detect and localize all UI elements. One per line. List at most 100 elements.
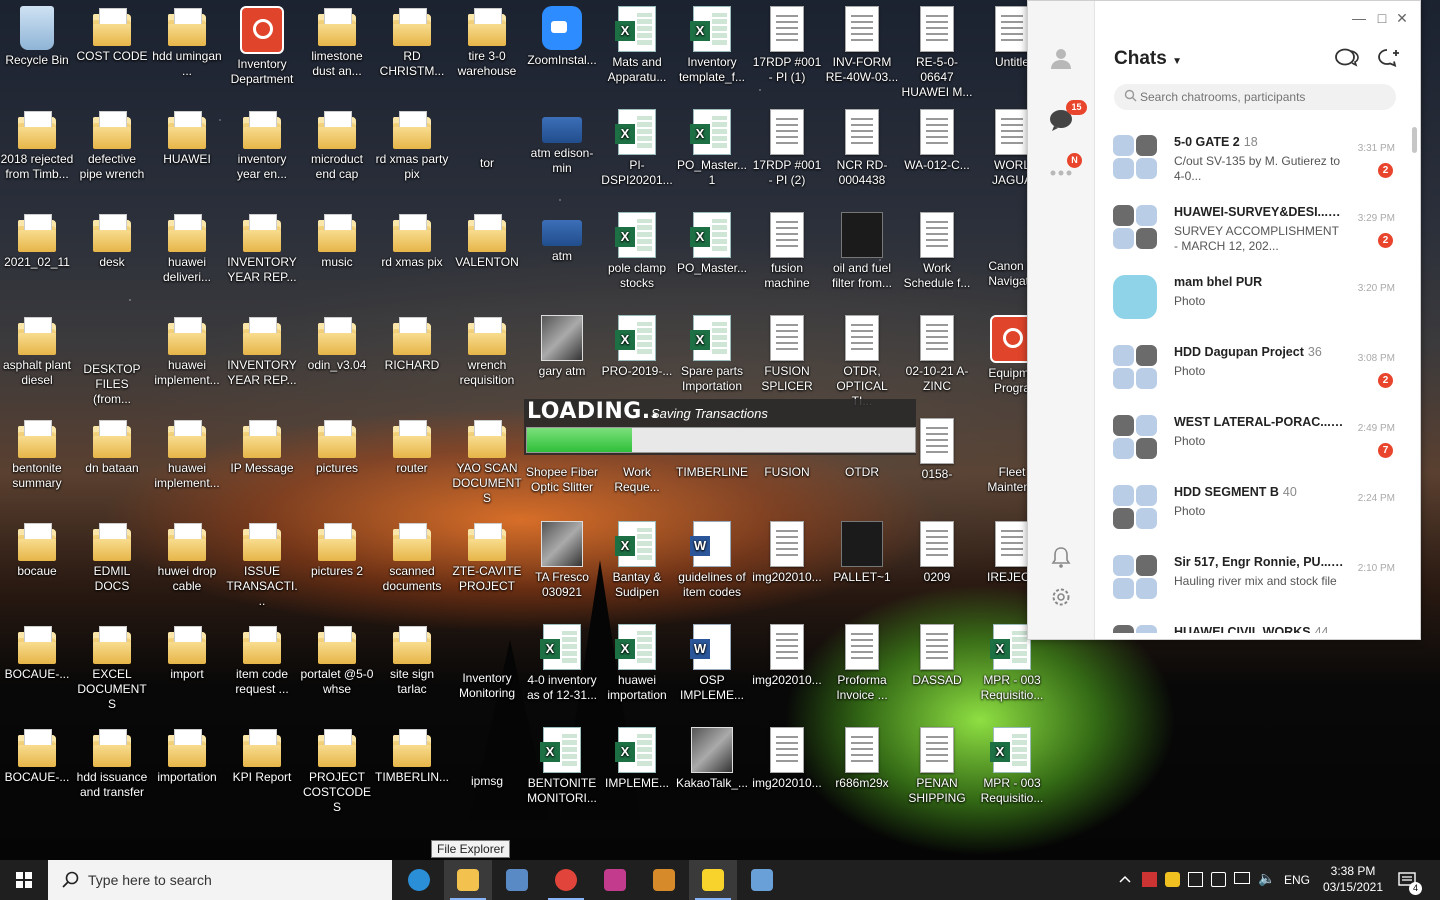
desktop-icon[interactable]: YAO SCAN DOCUMENTS <box>450 412 524 506</box>
desktop-icon[interactable]: Spare parts Importation <box>675 309 749 394</box>
desktop-icon[interactable]: WA-012-C... <box>900 103 974 173</box>
taskbar-app-button[interactable] <box>493 860 541 900</box>
desktop-icon[interactable]: DASSAD <box>900 618 974 688</box>
desktop-icon[interactable]: defective pipe wrench <box>75 103 149 182</box>
desktop-icon[interactable]: HUAWEI <box>150 103 224 167</box>
desktop-icon[interactable]: guidelines of item codes <box>675 515 749 600</box>
desktop-icon[interactable]: PRO-2019-... <box>600 309 674 379</box>
desktop-icon[interactable]: tor <box>450 103 524 171</box>
desktop-icon[interactable]: PENAN SHIPPING <box>900 721 974 806</box>
chat-room-item[interactable]: HDD Dagupan Project 36 Photo 3:08 PM 2 <box>1094 335 1419 405</box>
desktop-icon[interactable]: NCR RD-0004438 <box>825 103 899 188</box>
desktop-icon[interactable]: Bantay & Sudipen <box>600 515 674 600</box>
desktop-icon[interactable]: tire 3-0 warehouse <box>450 0 524 79</box>
minimize-button[interactable]: — <box>1348 9 1370 27</box>
desktop-icon[interactable]: 0209 <box>900 515 974 585</box>
chat-room-item[interactable]: HUAWEI-SURVEY&DESI...28 SURVEY ACCOMPLISH… <box>1094 195 1419 265</box>
desktop-icon[interactable]: bocaue <box>0 515 74 579</box>
desktop-icon[interactable]: atm edison-min <box>525 103 599 176</box>
close-button[interactable]: ✕ <box>1391 9 1413 27</box>
desktop-icon[interactable]: ipmsg <box>450 721 524 789</box>
usb-icon[interactable] <box>1211 872 1226 887</box>
desktop-icon[interactable]: huawei implement... <box>150 412 224 491</box>
desktop-icon[interactable]: PI-DSPI20201... <box>600 103 674 188</box>
desktop-icon[interactable]: DESKTOP FILES (from... <box>75 309 149 407</box>
desktop-icon[interactable]: huawei importation <box>600 618 674 703</box>
desktop-icon[interactable]: pole clamp stocks <box>600 206 674 291</box>
desktop-icon[interactable]: portalet @5-0 whse <box>300 618 374 697</box>
desktop-icon[interactable]: rd xmas pix <box>375 206 449 270</box>
desktop-icon[interactable]: rd xmas party pix <box>375 103 449 182</box>
desktop-icon[interactable]: atm <box>525 206 599 264</box>
desktop-icon[interactable]: Proforma Invoice ... <box>825 618 899 703</box>
start-button[interactable] <box>0 860 48 900</box>
desktop-icon[interactable]: PALLET~1 <box>825 515 899 585</box>
desktop-icon[interactable]: OTDR, OPTICAL TI... <box>825 309 899 409</box>
desktop-icon[interactable]: bentonite summary <box>0 412 74 491</box>
desktop-icon[interactable]: oil and fuel filter from... <box>825 206 899 291</box>
desktop-icon[interactable]: OSP IMPLEME... <box>675 618 749 703</box>
chat-search-input[interactable] <box>1114 84 1396 110</box>
desktop-icon[interactable]: Inventory Department <box>225 0 299 87</box>
desktop-icon[interactable]: Inventory Monitoring <box>450 618 524 701</box>
desktop-icon[interactable]: RE-5-0-06647 HUAWEI M... <box>900 0 974 100</box>
desktop-icon[interactable]: img202010... <box>750 618 824 688</box>
desktop-icon[interactable]: item code request ... <box>225 618 299 697</box>
maximize-button[interactable]: □ <box>1371 9 1393 27</box>
tray-app-icon[interactable] <box>1142 872 1157 887</box>
taskbar-search-box[interactable]: Type here to search <box>48 860 392 900</box>
language-indicator[interactable]: ENG <box>1284 873 1310 889</box>
desktop-icon[interactable]: BOCAUE-... <box>0 721 74 785</box>
desktop-icon[interactable]: COST CODE <box>75 0 149 64</box>
desktop-icon[interactable]: Mats and Apparatu... <box>600 0 674 85</box>
chats-title[interactable]: Chats ▼ <box>1114 48 1182 70</box>
desktop-icon[interactable]: music <box>300 206 374 270</box>
desktop-icon[interactable]: RD CHRISTM... <box>375 0 449 79</box>
desktop-icon[interactable]: IP Message <box>225 412 299 476</box>
open-chat-icon[interactable] <box>1334 47 1360 74</box>
desktop-icon[interactable]: hdd umingan ... <box>150 0 224 79</box>
desktop-icon[interactable]: ZTE-CAVITE PROJECT <box>450 515 524 594</box>
desktop-icon[interactable]: desk <box>75 206 149 270</box>
desktop-icon[interactable]: 17RDP #001 - PI (1) <box>750 0 824 85</box>
desktop-icon[interactable]: MPR - 003 Requisitio... <box>975 721 1049 806</box>
desktop-icon[interactable]: BOCAUE-... <box>0 618 74 682</box>
desktop-icon[interactable]: limestone dust an... <box>300 0 374 79</box>
desktop-icon[interactable]: img202010... <box>750 721 824 791</box>
desktop-icon[interactable]: gary atm <box>525 309 599 379</box>
desktop-icon[interactable]: hdd issuance and transfer <box>75 721 149 800</box>
desktop-icon[interactable]: odin_v3.04 <box>300 309 374 373</box>
settings-gear-icon[interactable] <box>1049 585 1073 609</box>
desktop-icon[interactable]: 2018 rejected from Timb... <box>0 103 74 182</box>
chat-room-item[interactable]: mam bhel PUR Photo 3:20 PM <box>1094 265 1419 335</box>
chat-room-item[interactable]: 5-0 GATE 2 18 C/out SV-135 by M. Gutierez … <box>1094 125 1419 195</box>
desktop-icon[interactable]: Work Schedule f... <box>900 206 974 291</box>
desktop-icon[interactable]: 02-10-21 A-ZINC <box>900 309 974 394</box>
taskbar-app-button[interactable] <box>395 860 443 900</box>
desktop-icon[interactable]: router <box>375 412 449 476</box>
desktop-icon[interactable]: fusion machine <box>750 206 824 291</box>
chat-room-item[interactable]: HDD SEGMENT B 40 Photo 2:24 PM <box>1094 475 1419 545</box>
notification-bell-icon[interactable] <box>1049 545 1073 569</box>
chevron-up-icon[interactable] <box>1118 872 1132 889</box>
desktop-icon[interactable]: TIMBERLIN... <box>375 721 449 785</box>
desktop-icon[interactable]: KPI Report <box>225 721 299 785</box>
taskbar-app-button[interactable] <box>542 860 590 900</box>
desktop-icon[interactable]: pictures 2 <box>300 515 374 579</box>
chat-room-item[interactable]: WEST LATERAL-PORAC...47 Photo 2:49 PM 7 <box>1094 405 1419 475</box>
desktop-icon[interactable]: huawei deliveri... <box>150 206 224 285</box>
chat-room-item[interactable]: Sir 517, Engr Ronnie, PU...29 Hauling riv… <box>1094 545 1419 615</box>
desktop-icon[interactable]: EDMIL DOCS <box>75 515 149 594</box>
desktop-icon[interactable]: PO_Master... <box>675 206 749 276</box>
desktop-icon[interactable]: PO_Master... 1 <box>675 103 749 188</box>
desktop-icon[interactable]: IMPLEME... <box>600 721 674 791</box>
desktop-icon[interactable]: huwei drop cable <box>150 515 224 594</box>
desktop-icon[interactable]: Inventory template_f... <box>675 0 749 85</box>
desktop-icon[interactable]: RICHARD <box>375 309 449 373</box>
friends-icon[interactable] <box>1049 46 1073 70</box>
taskbar-app-button[interactable] <box>591 860 639 900</box>
taskbar-app-button[interactable] <box>640 860 688 900</box>
taskbar-app-button[interactable] <box>689 860 737 900</box>
desktop-icon[interactable]: wrench requisition <box>450 309 524 388</box>
desktop-icon[interactable]: r686m29x <box>825 721 899 791</box>
